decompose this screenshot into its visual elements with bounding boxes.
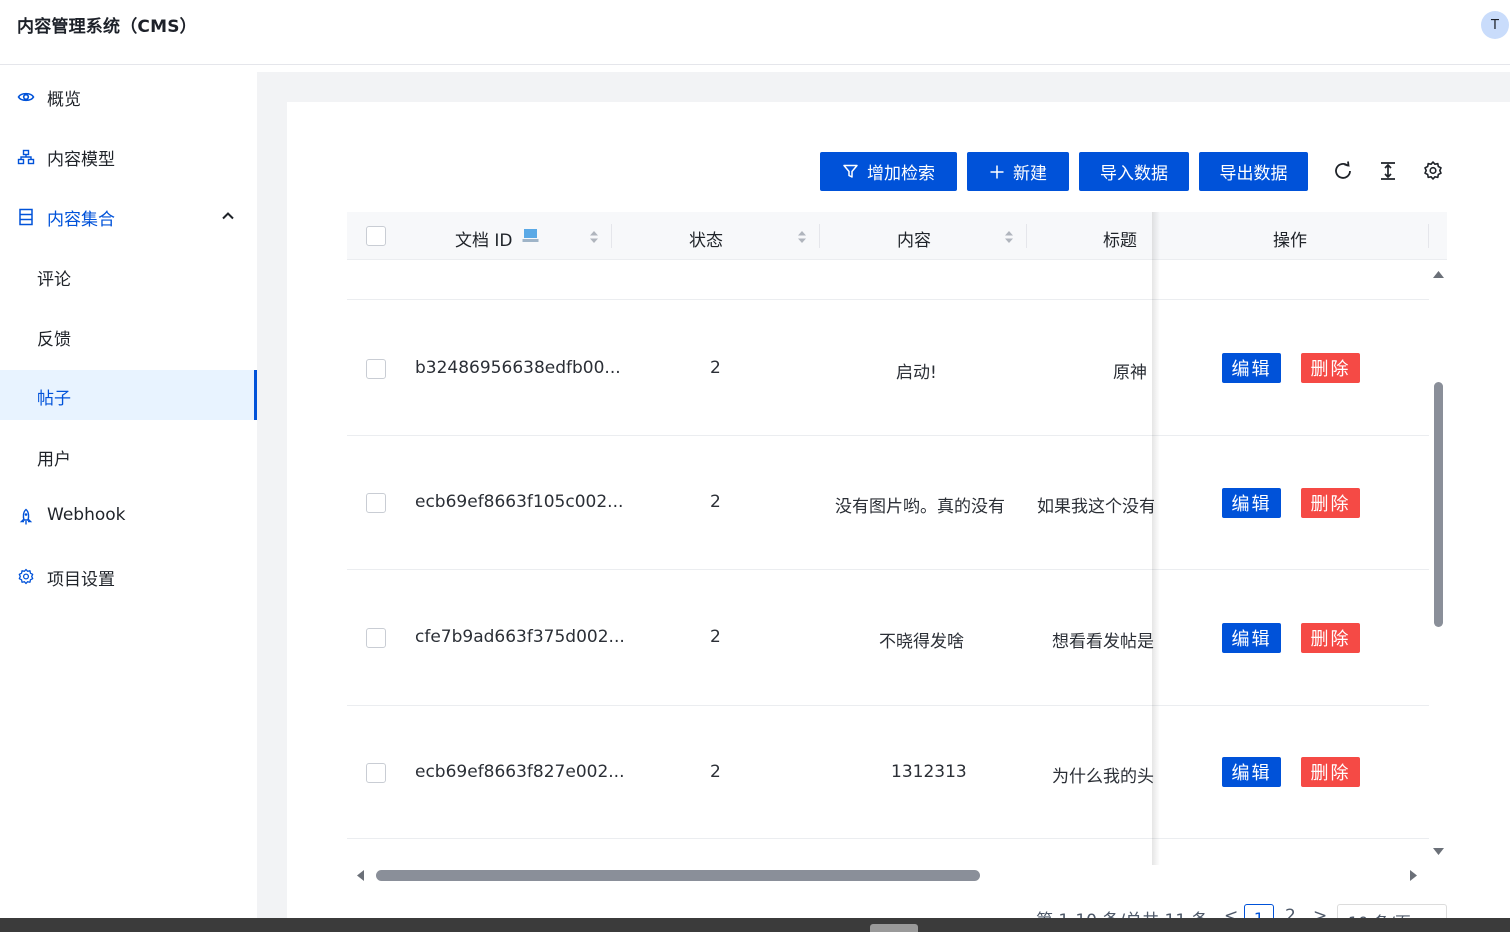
sidebar-item-label: 项目设置	[47, 570, 115, 590]
settings-icon[interactable]	[1422, 160, 1444, 182]
status-cell: 2	[710, 762, 721, 782]
sidebar-item-overview[interactable]: 概览	[0, 71, 257, 121]
sidebar-item-label: 反馈	[37, 330, 71, 350]
actions-column	[1154, 212, 1429, 865]
row-checkbox[interactable]	[366, 628, 386, 648]
model-icon	[17, 148, 35, 166]
status-cell: 2	[710, 358, 721, 378]
vertical-scrollbar-thumb[interactable]	[1434, 382, 1443, 627]
edit-button[interactable]: 编辑	[1222, 353, 1281, 383]
import-button[interactable]: 导入数据	[1079, 152, 1189, 191]
row-checkbox[interactable]	[366, 493, 386, 513]
title-cell: 原神	[1113, 363, 1147, 383]
horizontal-scrollbar-thumb[interactable]	[376, 870, 980, 881]
doc-id-cell[interactable]: ecb69ef8663f827e002...	[415, 762, 625, 782]
app-header: 内容管理系统（CMS） T	[0, 0, 1510, 65]
content-cell: 1312313	[891, 762, 967, 782]
sort-icon[interactable]	[589, 229, 599, 245]
chevron-up-icon[interactable]	[220, 208, 236, 224]
status-cell: 2	[710, 627, 721, 647]
column-divider[interactable]	[819, 224, 820, 248]
filter-icon	[843, 164, 858, 178]
content-cell: 启动!	[896, 363, 937, 383]
new-button[interactable]: 新建	[967, 152, 1069, 191]
scroll-up-arrow-icon[interactable]	[1432, 269, 1445, 279]
content-cell: 没有图片哟。真的没有	[835, 497, 1005, 517]
sort-icon[interactable]	[797, 229, 807, 245]
sidebar-item-label: Webhook	[47, 505, 126, 525]
row-checkbox[interactable]	[366, 359, 386, 379]
laptop-icon	[522, 229, 539, 242]
collection-icon	[17, 208, 35, 226]
scroll-left-arrow-icon[interactable]	[355, 869, 365, 882]
edit-button[interactable]: 编辑	[1222, 488, 1281, 518]
edit-button[interactable]: 编辑	[1222, 757, 1281, 787]
edit-button[interactable]: 编辑	[1222, 623, 1281, 653]
delete-button[interactable]: 删除	[1301, 353, 1360, 383]
row-checkbox[interactable]	[366, 763, 386, 783]
content-cell: 不晓得发啥	[879, 632, 964, 652]
sidebar: 概览 内容模型 内容集合 评论 反馈 帖子 用户 Webhook 项目设置	[0, 65, 257, 932]
sidebar-item-content-collection[interactable]: 内容集合	[0, 191, 257, 241]
sidebar-item-label: 帖子	[37, 389, 71, 409]
sidebar-item-label: 概览	[47, 90, 81, 110]
export-button[interactable]: 导出数据	[1199, 152, 1308, 191]
delete-button[interactable]: 删除	[1301, 623, 1360, 653]
column-divider[interactable]	[1026, 224, 1027, 248]
sidebar-item-project-settings[interactable]: 项目设置	[0, 551, 257, 601]
import-label: 导入数据	[1100, 164, 1168, 184]
sidebar-item-content-model[interactable]: 内容模型	[0, 131, 257, 181]
sort-icon[interactable]	[1004, 229, 1014, 245]
column-header-content[interactable]: 内容	[897, 226, 931, 251]
delete-button[interactable]: 删除	[1301, 488, 1360, 518]
refresh-icon[interactable]	[1332, 160, 1354, 182]
sidebar-item-comments[interactable]: 评论	[0, 251, 257, 301]
export-label: 导出数据	[1219, 164, 1288, 184]
column-header-title[interactable]: 标题	[1103, 226, 1137, 251]
gear-icon	[17, 568, 35, 586]
add-filter-label: 增加检索	[867, 164, 935, 184]
doc-id-cell[interactable]: ecb69ef8663f105c002...	[415, 492, 623, 512]
column-height-icon[interactable]	[1377, 160, 1399, 182]
app-title: 内容管理系统（CMS）	[17, 17, 197, 37]
select-all-checkbox[interactable]	[366, 226, 386, 246]
delete-button[interactable]: 删除	[1301, 757, 1360, 787]
doc-id-cell[interactable]: b32486956638edfb00...	[415, 358, 621, 378]
title-cell: 如果我这个没有	[1037, 497, 1154, 517]
sidebar-item-users[interactable]: 用户	[0, 431, 257, 481]
avatar[interactable]: T	[1481, 11, 1509, 39]
sidebar-item-label: 内容集合	[47, 210, 115, 230]
title-cell: 为什么我的头	[1052, 767, 1154, 787]
eye-icon	[17, 88, 35, 106]
bottom-bar-handle[interactable]	[870, 924, 918, 932]
new-label: 新建	[1013, 164, 1047, 184]
title-cell: 想看看发帖是	[1052, 632, 1154, 652]
webhook-icon	[17, 508, 35, 526]
doc-id-cell[interactable]: cfe7b9ad663f375d002...	[415, 627, 625, 647]
scroll-down-arrow-icon[interactable]	[1432, 847, 1445, 857]
column-divider[interactable]	[611, 224, 612, 248]
sidebar-item-webhook[interactable]: Webhook	[0, 491, 257, 541]
sidebar-item-posts[interactable]: 帖子	[0, 370, 257, 420]
sidebar-item-feedback[interactable]: 反馈	[0, 311, 257, 361]
column-header-doc-id[interactable]: 文档 ID	[455, 226, 513, 251]
status-cell: 2	[710, 492, 721, 512]
bottom-bar	[0, 918, 1510, 932]
sidebar-item-label: 内容模型	[47, 150, 115, 170]
add-filter-button[interactable]: 增加检索	[820, 152, 957, 191]
column-header-status[interactable]: 状态	[689, 226, 723, 251]
scroll-right-arrow-icon[interactable]	[1409, 869, 1419, 882]
plus-icon	[990, 165, 1004, 178]
sidebar-item-label: 评论	[37, 270, 71, 290]
sidebar-item-label: 用户	[37, 450, 71, 470]
